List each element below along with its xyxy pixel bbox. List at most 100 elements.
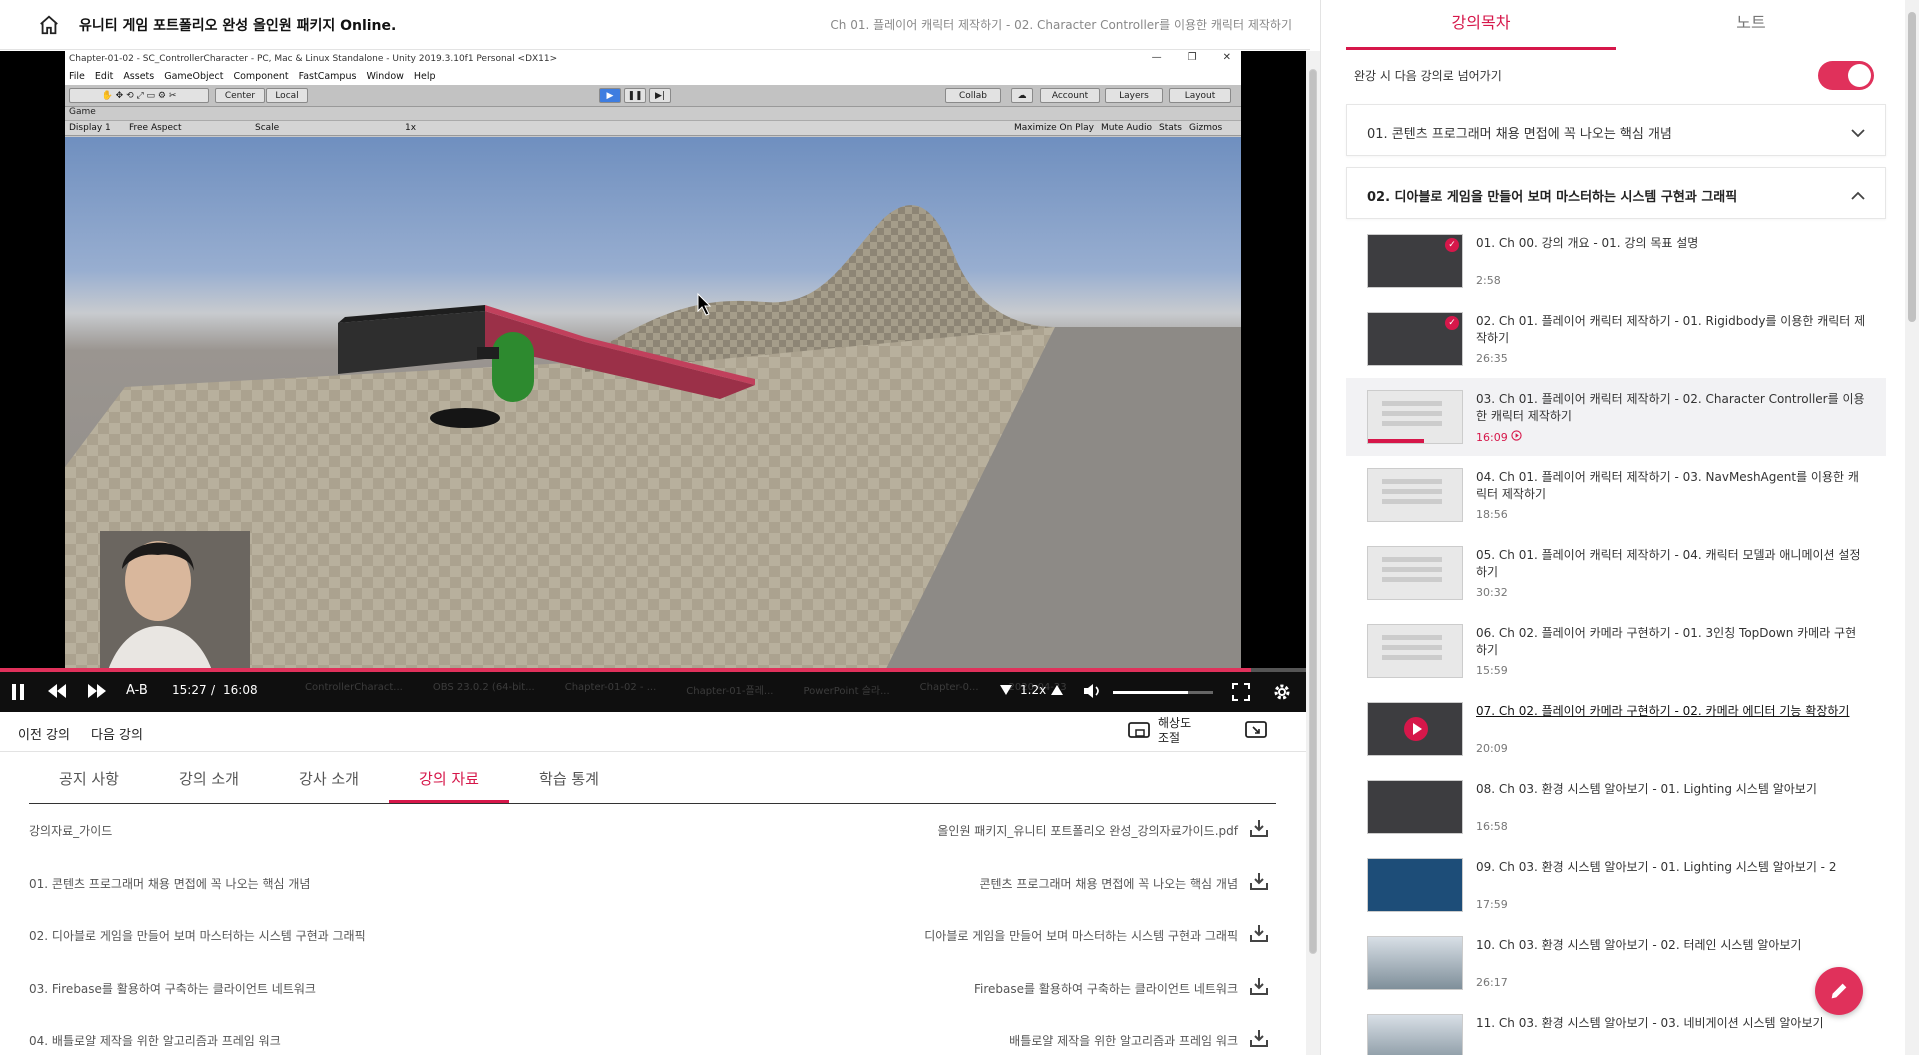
- lesson-thumbnail: [1367, 780, 1463, 834]
- completed-check-icon: ✓: [1445, 238, 1459, 252]
- forward-icon[interactable]: [88, 684, 106, 698]
- material-name: 강의자료_가이드: [29, 824, 113, 838]
- lesson-item[interactable]: 08. Ch 03. 환경 시스템 알아보기 - 01. Lighting 시스…: [1346, 768, 1886, 846]
- lesson-item[interactable]: 09. Ch 03. 환경 시스템 알아보기 - 01. Lighting 시스…: [1346, 846, 1886, 924]
- lesson-thumbnail: [1367, 390, 1463, 444]
- info-tab[interactable]: 강의 자료: [389, 756, 509, 803]
- pause-icon[interactable]: [10, 683, 26, 701]
- info-tab[interactable]: 강사 소개: [269, 756, 389, 803]
- unity-step-icon: ▶|: [649, 88, 671, 103]
- material-file-link[interactable]: Firebase를 활용하여 구축하는 클라이언트 네트워크: [974, 980, 1238, 997]
- video-player[interactable]: Chapter-01-02 - SC_ControllerCharacter -…: [0, 51, 1306, 712]
- material-file-link[interactable]: 배틀로얄 제작을 위한 알고리즘과 프레임 워크: [1009, 1032, 1238, 1049]
- lecture-nav-bar: 이전 강의 다음 강의 해상도 조절: [0, 712, 1306, 752]
- info-tab[interactable]: 학습 통계: [509, 756, 629, 803]
- unity-layers-dropdown: Layers: [1105, 88, 1163, 103]
- taskbar-item: ControllerCharact...: [305, 682, 403, 693]
- lesson-duration-text: 2:58: [1476, 274, 1501, 287]
- write-note-button[interactable]: [1815, 967, 1863, 1015]
- play-icon: [1404, 717, 1428, 741]
- download-icon[interactable]: [1250, 924, 1268, 945]
- lesson-title: 07. Ch 02. 플레이어 카메라 구현하기 - 02. 카메라 에디터 기…: [1476, 704, 1850, 718]
- volume-slider[interactable]: [1113, 691, 1213, 694]
- lesson-item[interactable]: 06. Ch 02. 플레이어 카메라 구현하기 - 01. 3인칭 TopDo…: [1346, 612, 1886, 690]
- fullscreen-icon[interactable]: [1232, 683, 1250, 701]
- unity-account-dropdown: Account: [1040, 88, 1100, 103]
- picture-in-picture-icon[interactable]: [1245, 721, 1267, 743]
- lesson-duration: 26:35: [1476, 352, 1508, 365]
- download-icon[interactable]: [1250, 872, 1268, 893]
- lesson-thumbnail: [1367, 858, 1463, 912]
- tab-notes[interactable]: 노트: [1616, 0, 1886, 50]
- lesson-item[interactable]: 05. Ch 01. 플레이어 캐릭터 제작하기 - 04. 캐릭터 모델과 애…: [1346, 534, 1886, 612]
- sidebar-scrollbar-thumb[interactable]: [1908, 12, 1916, 322]
- prev-lecture-button[interactable]: 이전 강의: [18, 724, 70, 743]
- unity-menu-item: Window: [366, 70, 404, 82]
- resolution-label-line2: 조절: [1158, 731, 1181, 745]
- lecture-player-page: 유니티 게임 포트폴리오 완성 올인원 패키지 Online. Ch 01. 플…: [0, 0, 1919, 1055]
- unity-menu-item: Assets: [123, 70, 155, 82]
- lesson-item[interactable]: ✓ 02. Ch 01. 플레이어 캐릭터 제작하기 - 01. Rigidbod…: [1346, 300, 1886, 378]
- material-file-link[interactable]: 올인원 패키지_유니티 포트폴리오 완성_강의자료가이드.pdf: [937, 822, 1238, 839]
- lesson-item[interactable]: ✓ 01. Ch 00. 강의 개요 - 01. 강의 목표 설명 2:58: [1346, 222, 1886, 300]
- speed-down-icon[interactable]: [1000, 685, 1012, 695]
- download-icon[interactable]: [1250, 977, 1268, 998]
- unity-play-icon: ▶: [599, 88, 621, 103]
- download-icon[interactable]: [1250, 819, 1268, 840]
- unity-menu-item: GameObject: [164, 70, 224, 82]
- lesson-duration: 20:09: [1476, 742, 1508, 755]
- info-tab[interactable]: 공지 사항: [29, 756, 149, 803]
- lesson-item[interactable]: 04. Ch 01. 플레이어 캐릭터 제작하기 - 03. NavMeshAg…: [1346, 456, 1886, 534]
- unity-aspect-select: Free Aspect: [129, 123, 182, 133]
- taskbar-item: Chapter-0...: [919, 682, 979, 693]
- unity-collab-dropdown: Collab: [945, 88, 1001, 103]
- material-row: 강의자료_가이드 올인원 패키지_유니티 포트폴리오 완성_강의자료가이드.pdf: [29, 804, 1276, 857]
- lesson-item[interactable]: 03. Ch 01. 플레이어 캐릭터 제작하기 - 02. Character…: [1346, 378, 1886, 456]
- lesson-list: ✓ 01. Ch 00. 강의 개요 - 01. 강의 목표 설명 2:58 ✓ 02.…: [1346, 222, 1886, 1055]
- resolution-button[interactable]: 해상도 조절: [1128, 716, 1191, 746]
- section-1-header[interactable]: 01. 콘텐츠 프로그래머 채용 면접에 꼭 나오는 핵심 개념: [1346, 104, 1886, 156]
- autoplay-toggle[interactable]: [1818, 61, 1874, 90]
- tab-curriculum[interactable]: 강의목차: [1346, 0, 1616, 50]
- material-row: 01. 콘텐츠 프로그래머 채용 면접에 꼭 나오는 핵심 개념 콘텐츠 프로그래…: [29, 857, 1276, 910]
- lesson-duration-text: 20:09: [1476, 742, 1508, 755]
- material-file-link[interactable]: 디아블로 게임을 만들어 보며 마스터하는 시스템 구현과 그래픽: [924, 927, 1238, 944]
- settings-gear-icon[interactable]: [1272, 682, 1292, 702]
- lesson-item[interactable]: 07. Ch 02. 플레이어 카메라 구현하기 - 02. 카메라 에디터 기…: [1346, 690, 1886, 768]
- next-lecture-button[interactable]: 다음 강의: [91, 724, 143, 743]
- autoplay-label: 완강 시 다음 강의로 넘어가기: [1354, 69, 1502, 83]
- download-icon[interactable]: [1250, 1029, 1268, 1050]
- lesson-title: 01. Ch 00. 강의 개요 - 01. 강의 목표 설명: [1476, 236, 1699, 250]
- unity-pause-icon: ❚❚: [624, 88, 646, 103]
- unity-menubar: File Edit Assets GameObject Component FastCam…: [65, 67, 1241, 85]
- material-name: 04. 배틀로얄 제작을 위한 알고리즘과 프레임 워크: [29, 1034, 281, 1048]
- material-name: 02. 디아블로 게임을 만들어 보며 마스터하는 시스템 구현과 그래픽: [29, 929, 366, 943]
- content-scrollbar-thumb[interactable]: [1309, 69, 1317, 954]
- lesson-thumbnail: [1367, 546, 1463, 600]
- unity-menu-item: Help: [413, 70, 436, 82]
- resolution-icon: [1128, 722, 1150, 738]
- unity-toolbar: ✋ ✥ ⟲ ⤢ ▭ ⚙ ✂ Center Local ▶ ❚❚ ▶| Colla…: [65, 85, 1241, 107]
- section-2-header[interactable]: 02. 디아블로 게임을 만들어 보며 마스터하는 시스템 구현과 그래픽: [1346, 167, 1886, 219]
- lesson-duration-text: 15:59: [1476, 664, 1508, 677]
- lesson-thumbnail: [1367, 702, 1463, 756]
- unity-game-tab: Game: [65, 107, 1241, 121]
- home-icon[interactable]: [35, 11, 63, 39]
- player-controls: ControllerCharact... OBS 23.0.2 (64-bit..…: [0, 672, 1306, 712]
- lesson-duration: 16:09: [1476, 430, 1522, 444]
- lesson-title: 08. Ch 03. 환경 시스템 알아보기 - 01. Lighting 시스…: [1476, 782, 1817, 796]
- material-row: 02. 디아블로 게임을 만들어 보며 마스터하는 시스템 구현과 그래픽 디아블…: [29, 909, 1276, 962]
- sidebar-scrollbar[interactable]: [1905, 0, 1919, 1055]
- speed-up-icon[interactable]: [1051, 685, 1063, 695]
- material-file-link[interactable]: 콘텐츠 프로그래머 채용 면접에 꼭 나오는 핵심 개념: [979, 875, 1238, 892]
- ab-repeat-button[interactable]: A-B: [126, 683, 148, 698]
- content-scrollbar[interactable]: [1306, 51, 1320, 1055]
- rewind-icon[interactable]: [48, 684, 66, 698]
- info-tab[interactable]: 강의 소개: [149, 756, 269, 803]
- lesson-duration-text: 18:56: [1476, 508, 1508, 521]
- unity-center-toggle: Center: [215, 88, 265, 103]
- volume-icon[interactable]: [1084, 683, 1102, 699]
- lesson-item[interactable]: 11. Ch 03. 환경 시스템 알아보기 - 03. 네비게이션 시스템 알…: [1346, 1002, 1886, 1055]
- lesson-item[interactable]: 10. Ch 03. 환경 시스템 알아보기 - 02. 터레인 시스템 알아보…: [1346, 924, 1886, 1002]
- unity-window-title: Chapter-01-02 - SC_ControllerCharacter -…: [69, 54, 558, 64]
